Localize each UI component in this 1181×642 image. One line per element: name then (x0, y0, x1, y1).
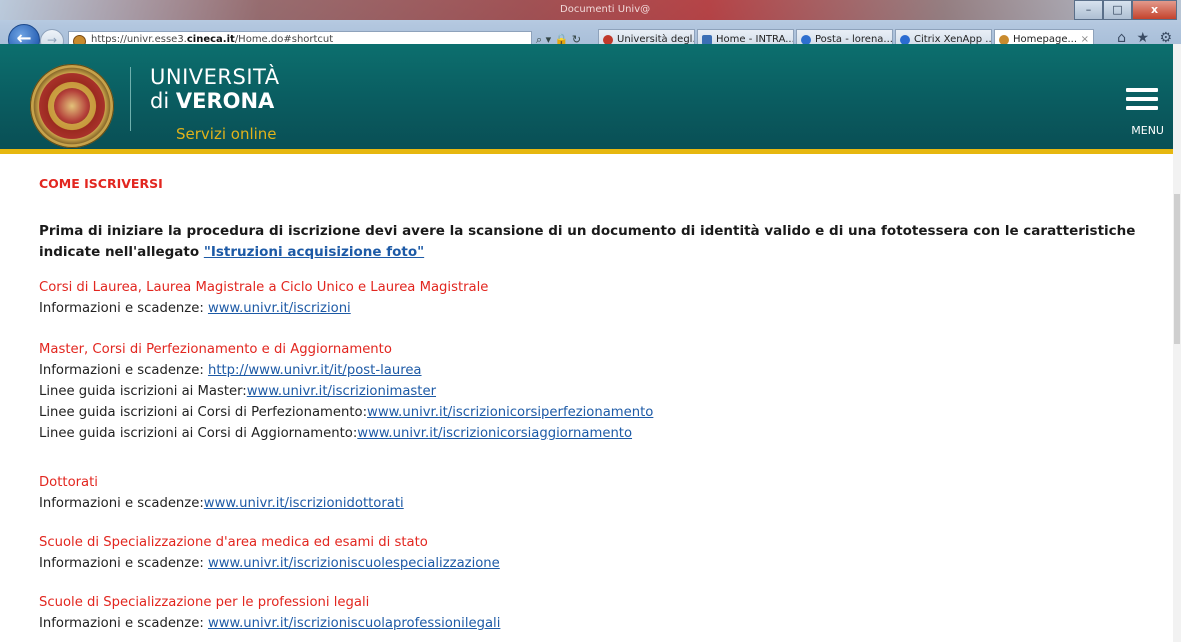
close-tab-icon[interactable]: × (1081, 30, 1089, 44)
tab-favicon-icon (900, 35, 910, 44)
menu-label[interactable]: MENU (1131, 124, 1164, 137)
hamburger-icon (1125, 88, 1159, 110)
university-name-line1: UNIVERSITÀ (150, 65, 280, 89)
info-line: Informazioni e scadenze: www.univr.it/is… (39, 556, 500, 571)
tab-favicon-icon (702, 35, 712, 44)
tab-favicon-icon (603, 35, 613, 44)
header-accent-rule (0, 149, 1181, 154)
seal-center-emblem (54, 88, 90, 124)
info-line: Linee guida iscrizioni ai Corsi di Perfe… (39, 405, 654, 420)
browser-chrome: Documenti Univ@ – □ x ← → https://univr.… (0, 0, 1181, 44)
info-line: Informazioni e scadenze: www.univr.it/is… (39, 301, 351, 316)
iscrizioni-dottorati-link[interactable]: www.univr.it/iscrizionidottorati (204, 496, 404, 511)
istruzioni-foto-link[interactable]: "Istruzioni acquisizione foto" (204, 244, 424, 260)
section-title: COME ISCRIVERSI (39, 176, 163, 191)
block-heading: Scuole di Specializzazione per le profes… (39, 595, 370, 610)
info-line: Linee guida iscrizioni ai Master:www.uni… (39, 384, 437, 399)
iscrizioni-professioni-legali-link[interactable]: www.univr.it/iscrizioniscuolaprofessioni… (208, 616, 500, 631)
tab-home-intra[interactable]: Home - INTRA... (697, 29, 794, 44)
back-arrow-icon: ← (16, 28, 32, 44)
info-line: Informazioni e scadenze:www.univr.it/isc… (39, 496, 404, 511)
block-heading: Dottorati (39, 475, 98, 490)
info-line: Informazioni e scadenze: www.univr.it/is… (39, 616, 501, 631)
maximize-button[interactable]: □ (1103, 0, 1132, 20)
university-name-line2: di VERONA (150, 89, 275, 113)
tab-posta[interactable]: Posta - lorena.... (796, 29, 893, 44)
toolbar-icons[interactable]: ⌂ ★ ⚙ (1117, 30, 1175, 44)
tab-homepage[interactable]: Homepage... × (994, 29, 1094, 44)
url-text[interactable]: https://univr.esse3.cineca.it/Home.do#sh… (91, 34, 333, 44)
iscrizioni-master-link[interactable]: www.univr.it/iscrizionimaster (247, 384, 436, 399)
scroll-thumb[interactable] (1174, 194, 1180, 344)
tab-universita[interactable]: Università degl... (598, 29, 695, 44)
address-tools[interactable]: ⌕ ▾ 🔒 ↻ (536, 31, 581, 44)
block-heading: Corsi di Laurea, Laurea Magistrale a Cic… (39, 280, 489, 295)
back-button[interactable]: ← (8, 24, 40, 44)
forward-button[interactable]: → (40, 29, 64, 44)
block-dottorati: Dottorati Informazioni e scadenze:www.un… (39, 472, 404, 514)
tab-citrix[interactable]: Citrix XenApp ... (895, 29, 992, 44)
tab-strip: Università degl... Home - INTRA... Posta… (598, 29, 1094, 44)
window-controls: – □ x (1074, 0, 1177, 20)
servizi-online-label: Servizi online (176, 125, 277, 143)
block-corsi-laurea: Corsi di Laurea, Laurea Magistrale a Cic… (39, 277, 488, 319)
minimize-button[interactable]: – (1074, 0, 1103, 20)
iscrizioni-scuole-specializzazione-link[interactable]: www.univr.it/iscrizioniscuolespecializza… (208, 556, 500, 571)
iscrizioni-aggiornamento-link[interactable]: www.univr.it/iscrizionicorsiaggiornament… (357, 426, 632, 441)
iscrizioni-link[interactable]: www.univr.it/iscrizioni (208, 301, 351, 316)
window-title: Documenti Univ@ (560, 4, 651, 15)
page-scrollbar[interactable] (1173, 44, 1181, 642)
iscrizioni-perfezionamento-link[interactable]: www.univr.it/iscrizionicorsiperfezioname… (367, 405, 653, 420)
tab-favicon-icon (801, 35, 811, 44)
info-line: Linee guida iscrizioni ai Corsi di Aggio… (39, 426, 633, 441)
search-refresh-icons[interactable]: ⌕ ▾ 🔒 ↻ (536, 33, 581, 44)
close-window-button[interactable]: x (1132, 0, 1177, 20)
block-heading: Master, Corsi di Perfezionamento e di Ag… (39, 342, 392, 357)
block-heading: Scuole di Specializzazione d'area medica… (39, 535, 428, 550)
intro-paragraph: Prima di iniziare la procedura di iscriz… (39, 223, 1136, 260)
logo-divider (130, 67, 131, 131)
block-scuole-legali: Scuole di Specializzazione per le profes… (39, 592, 500, 634)
forward-arrow-icon: → (46, 33, 58, 44)
block-scuole-medica: Scuole di Specializzazione d'area medica… (39, 532, 500, 574)
info-line: Informazioni e scadenze: http://www.univ… (39, 363, 422, 378)
tab-favicon-icon (999, 35, 1009, 44)
block-master: Master, Corsi di Perfezionamento e di Ag… (39, 339, 653, 444)
site-favicon-icon (73, 35, 86, 44)
post-laurea-link[interactable]: http://www.univr.it/it/post-laurea (208, 363, 422, 378)
address-bar[interactable]: https://univr.esse3.cineca.it/Home.do#sh… (68, 31, 532, 44)
